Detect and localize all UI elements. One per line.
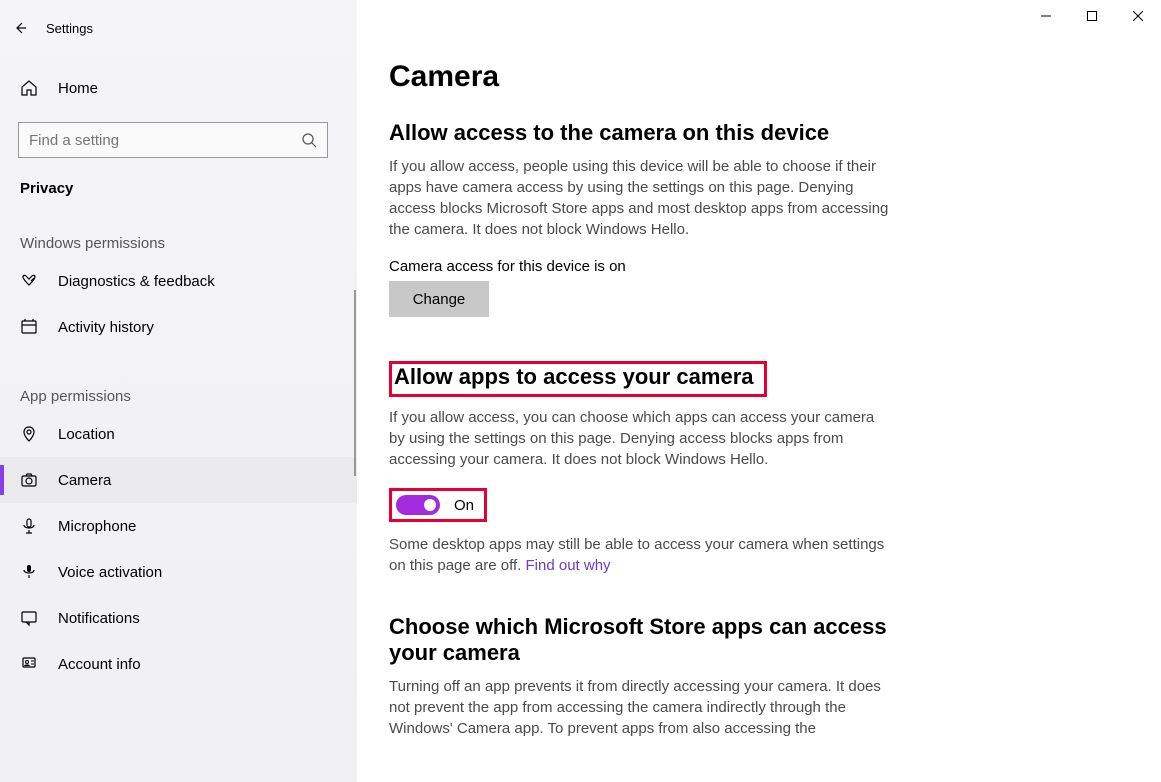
home-icon (20, 79, 38, 97)
sidebar-item-activity[interactable]: Activity history (0, 304, 357, 350)
notifications-icon (20, 609, 38, 627)
section1-desc: If you allow access, people using this d… (389, 156, 889, 240)
sidebar-item-location[interactable]: Location (0, 411, 357, 457)
content-area: Camera Allow access to the camera on thi… (357, 0, 1161, 782)
section2-heading: Allow apps to access your camera (394, 364, 754, 390)
change-button[interactable]: Change (389, 281, 489, 317)
sidebar-scrollbar[interactable] (354, 290, 356, 476)
maximize-button[interactable] (1069, 0, 1115, 32)
section3-desc: Turning off an app prevents it from dire… (389, 676, 889, 739)
page-title: Camera (389, 60, 1121, 94)
group-label-windows-permissions: Windows permissions (0, 197, 357, 258)
camera-icon (20, 471, 38, 489)
section2-desc: If you allow access, you can choose whic… (389, 407, 889, 470)
highlight-toggle: On (389, 488, 487, 522)
account-icon (20, 655, 38, 673)
nav-label: Camera (58, 472, 111, 489)
nav-label: Location (58, 426, 115, 443)
voice-icon (20, 563, 38, 581)
nav-label: Diagnostics & feedback (58, 273, 215, 290)
category-header: Privacy (0, 158, 357, 197)
camera-access-status: Camera access for this device is on (389, 258, 1121, 275)
highlight-heading: Allow apps to access your camera (389, 361, 767, 397)
group-label-app-permissions: App permissions (0, 350, 357, 411)
sidebar-item-home[interactable]: Home (0, 66, 357, 110)
section2-note: Some desktop apps may still be able to a… (389, 534, 889, 576)
close-button[interactable] (1115, 0, 1161, 32)
sidebar-item-microphone[interactable]: Microphone (0, 503, 357, 549)
location-icon (20, 425, 38, 443)
activity-icon (20, 318, 38, 336)
app-title: Settings (46, 21, 93, 36)
section3-heading: Choose which Microsoft Store apps can ac… (389, 614, 889, 666)
window-controls (1023, 0, 1161, 32)
section1-heading: Allow access to the camera on this devic… (389, 120, 1121, 146)
toggle-state-label: On (454, 497, 474, 514)
sidebar-item-camera[interactable]: Camera (0, 457, 357, 503)
titlebar-left: Settings (0, 8, 357, 48)
note-text: Some desktop apps may still be able to a… (389, 536, 884, 574)
sidebar-item-voice[interactable]: Voice activation (0, 549, 357, 595)
home-label: Home (58, 80, 98, 97)
sidebar-item-notifications[interactable]: Notifications (0, 595, 357, 641)
find-out-why-link[interactable]: Find out why (526, 557, 611, 574)
back-button[interactable] (12, 20, 28, 36)
toggle-knob (424, 499, 436, 511)
sidebar: Settings Home Privacy Windows permission… (0, 0, 357, 782)
search-icon (301, 132, 317, 148)
search-input[interactable] (18, 122, 328, 158)
sidebar-item-account[interactable]: Account info (0, 641, 357, 687)
diagnostics-icon (20, 272, 38, 290)
search-field[interactable] (29, 132, 301, 149)
nav-label: Notifications (58, 610, 140, 627)
nav-label: Voice activation (58, 564, 162, 581)
nav-label: Activity history (58, 319, 154, 336)
minimize-button[interactable] (1023, 0, 1069, 32)
microphone-icon (20, 517, 38, 535)
nav-label: Microphone (58, 518, 136, 535)
allow-apps-toggle[interactable] (396, 495, 440, 515)
nav-label: Account info (58, 656, 141, 673)
sidebar-item-diagnostics[interactable]: Diagnostics & feedback (0, 258, 357, 304)
